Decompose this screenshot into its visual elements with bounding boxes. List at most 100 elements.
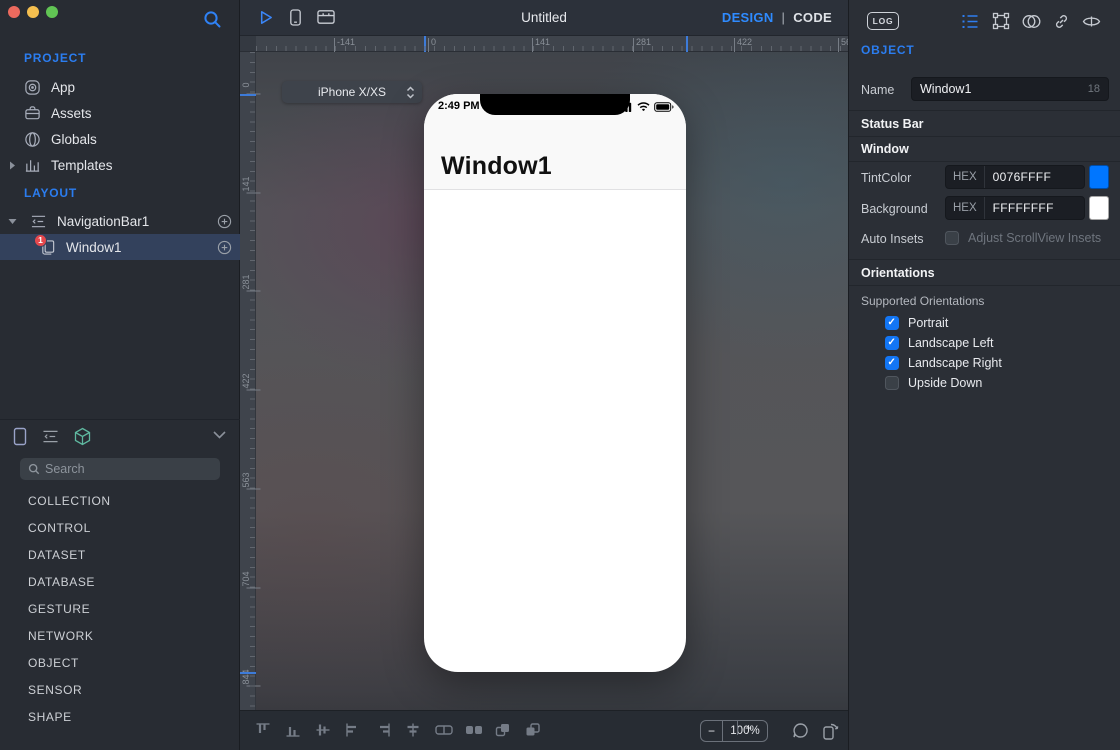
orientations-section-header: Orientations xyxy=(861,266,935,280)
close-button[interactable] xyxy=(8,6,20,18)
tint-hex-field[interactable]: HEX 0076FFFF xyxy=(945,165,1085,189)
zoom-control: − 100% + xyxy=(700,720,768,742)
portrait-checkbox[interactable] xyxy=(885,316,899,330)
upside-down-checkbox[interactable] xyxy=(885,376,899,390)
add-layer-icon[interactable] xyxy=(217,240,232,255)
wifi-icon xyxy=(637,102,650,112)
navbar-icon xyxy=(30,214,47,229)
run-icon[interactable] xyxy=(256,8,275,27)
background-color-swatch[interactable] xyxy=(1089,196,1109,220)
app-window: PROJECT App Assets Globals xyxy=(0,0,1120,750)
briefcase-icon xyxy=(24,105,41,122)
device-selector-dropdown[interactable]: iPhone X/XS xyxy=(282,81,422,103)
adjust-scrollview-insets-checkbox[interactable] xyxy=(945,231,959,245)
inspector-tab-connections-icon[interactable] xyxy=(1053,13,1070,30)
tab-design[interactable]: DESIGN xyxy=(722,10,774,25)
layout-section-label: LAYOUT xyxy=(24,186,77,200)
horizontal-ruler: -141 0 141 281 422 563 xyxy=(256,36,848,52)
inspector-tab-styles-icon[interactable] xyxy=(1022,13,1041,30)
disclosure-right-icon[interactable] xyxy=(8,161,18,170)
background-label: Background xyxy=(861,202,928,216)
sidebar-item-templates[interactable]: Templates xyxy=(0,152,240,178)
package-icon[interactable] xyxy=(316,8,336,27)
zoom-button[interactable] xyxy=(46,6,58,18)
sidebar-item-label: Globals xyxy=(51,132,97,147)
library-category-shape[interactable]: SHAPE xyxy=(28,710,72,724)
align-left-icon[interactable] xyxy=(344,721,364,741)
guide-tick xyxy=(686,36,688,52)
ruler-label: 563 xyxy=(841,37,848,47)
inspector-tab-visibility-icon[interactable] xyxy=(1082,13,1101,30)
phone-notch xyxy=(480,94,630,115)
vertical-ruler: 0 141 281 422 563 704 844 xyxy=(240,52,256,710)
sidebar-item-globals[interactable]: Globals xyxy=(0,126,240,152)
library-panel: COLLECTION CONTROL DATASET DATABASE GEST… xyxy=(0,419,240,750)
library-category-object[interactable]: OBJECT xyxy=(28,656,79,670)
align-top-icon[interactable] xyxy=(254,721,274,741)
traffic-lights xyxy=(8,6,58,18)
preview-icon[interactable] xyxy=(792,722,809,739)
landscape-left-checkbox[interactable] xyxy=(885,336,899,350)
library-category-database[interactable]: DATABASE xyxy=(28,575,95,589)
tint-color-label: TintColor xyxy=(861,171,911,185)
inspector-tab-constraints-icon[interactable] xyxy=(992,12,1010,30)
library-category-gesture[interactable]: GESTURE xyxy=(28,602,90,616)
sidebar-item-app[interactable]: App xyxy=(0,74,240,100)
tint-color-swatch[interactable] xyxy=(1089,165,1109,189)
ruler-label: 844 xyxy=(241,662,251,692)
guide-tick xyxy=(424,36,426,52)
layer-navigationbar[interactable]: NavigationBar1 xyxy=(0,208,240,234)
align-bottom-icon[interactable] xyxy=(284,721,304,741)
align-horizontal-center-icon[interactable] xyxy=(404,721,424,741)
library-search-input[interactable] xyxy=(45,462,205,476)
library-tab-device-icon[interactable] xyxy=(12,427,28,446)
library-category-sensor[interactable]: SENSOR xyxy=(28,683,82,697)
inspector-panel: LOG xyxy=(848,0,1120,750)
library-tab-navbar-icon[interactable] xyxy=(41,429,60,444)
library-category-dataset[interactable]: DATASET xyxy=(28,548,86,562)
library-category-collection[interactable]: COLLECTION xyxy=(28,494,111,508)
layer-label: Window1 xyxy=(66,240,122,255)
add-layer-icon[interactable] xyxy=(217,214,232,229)
minimize-button[interactable] xyxy=(27,6,39,18)
background-hex-value: FFFFFFFF xyxy=(985,201,1054,215)
align-vertical-center-icon[interactable] xyxy=(314,721,334,741)
library-category-network[interactable]: NETWORK xyxy=(28,629,94,643)
layer-window-selected[interactable]: 1 Window1 xyxy=(0,234,240,260)
fit-width-icon[interactable] xyxy=(434,721,454,741)
status-bar-section-header: Status Bar xyxy=(861,117,924,131)
inspector-tab-attributes-icon[interactable] xyxy=(961,13,980,30)
sidebar-item-label: App xyxy=(51,80,75,95)
hex-prefix-label: HEX xyxy=(946,166,985,188)
object-section-label: OBJECT xyxy=(861,43,914,57)
layer-label: NavigationBar1 xyxy=(57,214,149,229)
rotate-device-icon[interactable] xyxy=(821,722,841,740)
distribute-icon[interactable] xyxy=(464,721,484,741)
log-button[interactable]: LOG xyxy=(867,12,899,30)
phone-mockup[interactable]: Window1 2:49 PM xyxy=(424,94,686,672)
name-input[interactable] xyxy=(912,82,1062,96)
bring-forward-icon[interactable] xyxy=(494,721,514,741)
sidebar-item-assets[interactable]: Assets xyxy=(0,100,240,126)
tab-code[interactable]: CODE xyxy=(793,10,832,25)
phone-nav-title: Window1 xyxy=(441,152,552,181)
canvas-area: Untitled DESIGN | CODE xyxy=(240,0,848,750)
collapse-chevron-icon[interactable] xyxy=(213,431,226,439)
hex-prefix-label: HEX xyxy=(946,197,985,219)
app-icon xyxy=(24,79,41,96)
library-search-field[interactable] xyxy=(20,458,220,480)
orientation-row-upside-down: Upside Down xyxy=(885,376,982,390)
align-right-icon[interactable] xyxy=(374,721,394,741)
ruler-label: 422 xyxy=(737,37,752,47)
send-backward-icon[interactable] xyxy=(524,721,544,741)
background-hex-field[interactable]: HEX FFFFFFFF xyxy=(945,196,1085,220)
zoom-in-button[interactable]: + xyxy=(737,721,759,735)
library-tab-cube-icon[interactable] xyxy=(73,427,92,446)
search-icon[interactable] xyxy=(202,9,223,30)
zoom-out-button[interactable]: − xyxy=(701,721,723,741)
landscape-right-checkbox[interactable] xyxy=(885,356,899,370)
library-category-control[interactable]: CONTROL xyxy=(28,521,91,535)
device-icon[interactable] xyxy=(288,8,303,27)
disclosure-down-icon[interactable] xyxy=(8,217,18,226)
orientation-label: Portrait xyxy=(908,316,948,330)
